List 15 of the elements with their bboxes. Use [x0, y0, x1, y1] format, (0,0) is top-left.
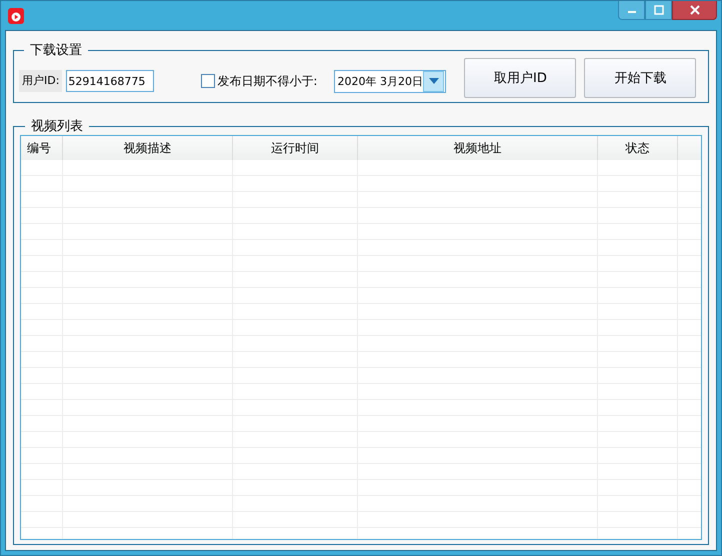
start-download-button[interactable]: 开始下载: [584, 58, 696, 98]
user-id-label: 用户ID:: [19, 70, 62, 92]
user-id-field[interactable]: 52914168775: [66, 70, 154, 92]
group-title: 视频列表: [30, 118, 84, 135]
date-filter-checkbox[interactable]: 发布日期不得小于:: [201, 72, 318, 90]
maximize-button[interactable]: [645, 1, 672, 20]
maximize-icon: [654, 5, 664, 15]
close-icon: [688, 4, 700, 16]
close-button[interactable]: [672, 1, 717, 20]
play-icon: [8, 8, 24, 24]
get-user-id-button[interactable]: 取用户ID: [464, 58, 576, 98]
group-title: 下载设置: [29, 42, 83, 59]
date-picker[interactable]: 2020年 3月20日: [334, 70, 446, 92]
dropdown-arrow-icon: [428, 78, 439, 84]
minimize-button[interactable]: [618, 1, 645, 20]
